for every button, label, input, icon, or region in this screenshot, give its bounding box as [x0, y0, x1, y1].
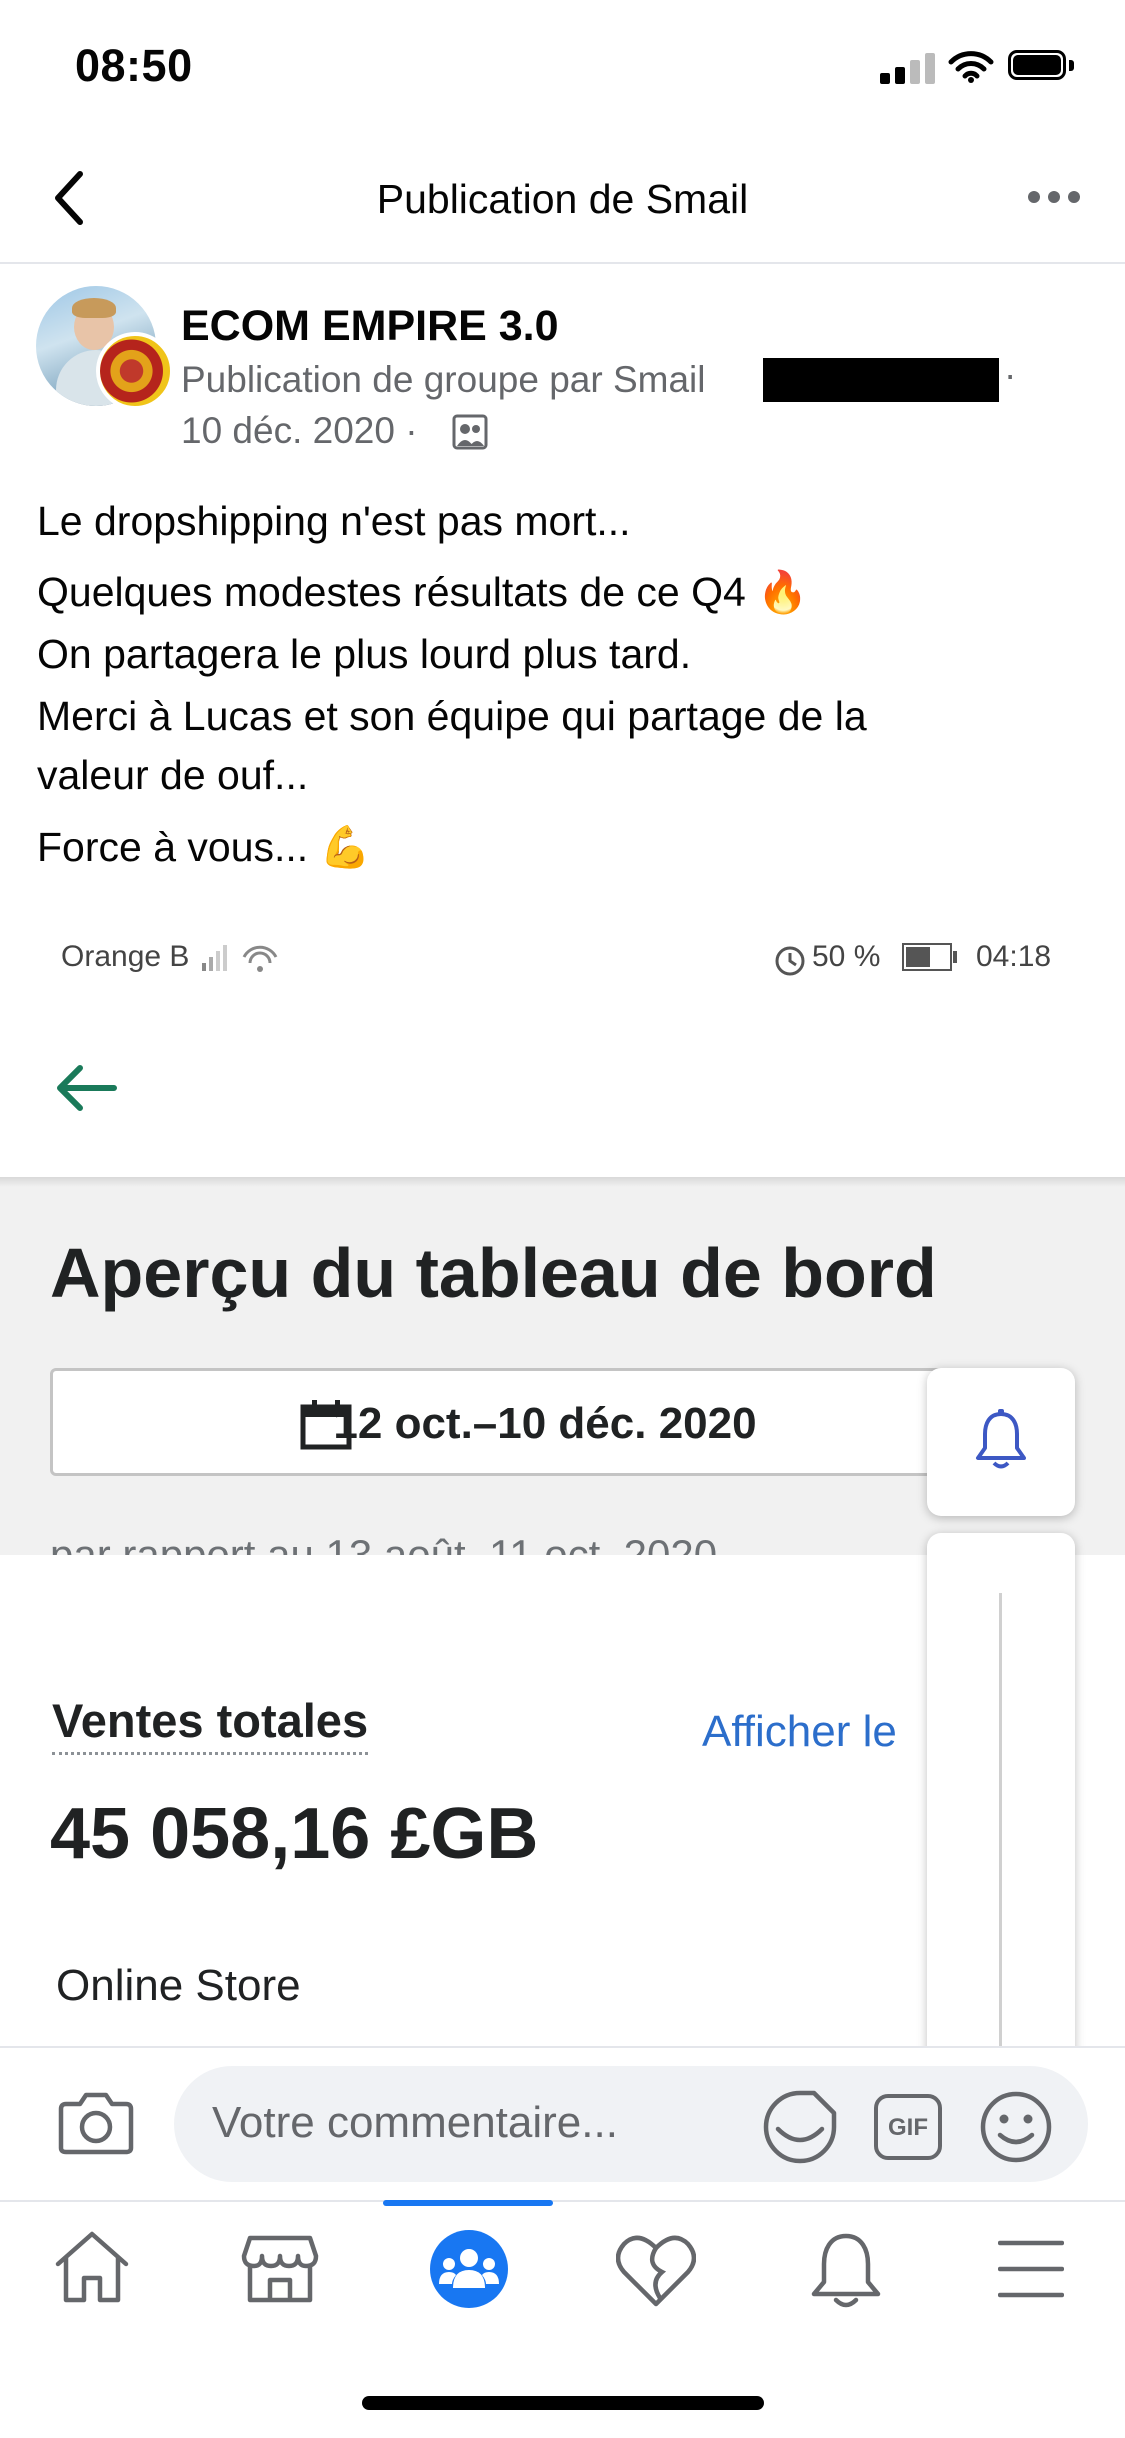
post-date[interactable]: 10 déc. 2020 ·: [181, 410, 418, 452]
nav-divider: [0, 262, 1125, 264]
active-tab-indicator: [383, 2200, 553, 2206]
post-text-line-2: Quelques modestes résultats de ce Q4 🔥: [37, 569, 809, 615]
wifi-icon: [948, 51, 994, 83]
group-name-link[interactable]: ECOM EMPIRE 3.0: [181, 302, 559, 351]
home-indicator: [362, 2396, 764, 2410]
inner-date-range-text: 12 oct.–10 déc. 2020: [333, 1399, 757, 1448]
post-text-line-5: valeur de ouf...: [37, 752, 309, 798]
inner-signal-icon: [202, 945, 278, 972]
inner-battery-icon: [902, 943, 958, 971]
post-subtitle: Publication de groupe par Smail: [181, 359, 706, 400]
page-title: Publication de Smail: [376, 176, 749, 222]
inner-view-report-link: Afficher le: [702, 1707, 897, 1756]
comment-placeholder: Votre commentaire...: [212, 2098, 618, 2147]
tab-marketplace-icon[interactable]: [240, 2228, 320, 2308]
emoji-icon[interactable]: [978, 2089, 1054, 2165]
inner-battery-percent: 50 %: [812, 940, 881, 973]
inner-side-panel: [927, 1533, 1075, 2050]
sticker-icon[interactable]: [762, 2089, 838, 2165]
more-options-icon[interactable]: [1028, 190, 1082, 204]
inner-carrier: Orange B: [61, 940, 190, 973]
inner-channel-label: Online Store: [56, 1961, 301, 2010]
post-text-line-6: Force à vous... 💪: [37, 824, 371, 870]
inner-total-sales-value: 45 058,16 £GB: [50, 1794, 539, 1874]
post-text-line-1: Le dropshipping n'est pas mort...: [37, 498, 631, 544]
inner-dashboard-title: Aperçu du tableau de bord: [50, 1234, 937, 1312]
tab-groups-icon[interactable]: [430, 2230, 508, 2308]
group-audience-icon: [452, 414, 488, 450]
status-time: 08:50: [75, 40, 193, 91]
camera-icon[interactable]: [58, 2090, 134, 2156]
inner-back-arrow-icon: [57, 1065, 117, 1111]
inner-date-range-picker: 12 oct.–10 déc. 2020: [50, 1368, 950, 1476]
tab-notifications-icon[interactable]: [808, 2228, 884, 2312]
battery-icon: [1008, 50, 1076, 82]
separator-dot: ·: [1004, 354, 1017, 395]
tab-home-icon[interactable]: [52, 2228, 132, 2308]
inner-alarm-icon: [775, 946, 805, 976]
redacted-name: [763, 358, 999, 402]
tab-dating-icon[interactable]: [616, 2232, 696, 2308]
signal-icon: [880, 52, 936, 84]
group-badge-avatar[interactable]: [96, 332, 174, 410]
post-text-line-3: On partagera le plus lourd plus tard.: [37, 631, 692, 677]
inner-bell-icon: [976, 1409, 1026, 1469]
post-image[interactable]: Orange B 50 % 04:18 Aperçu du tableau de…: [0, 913, 1125, 2050]
gif-icon[interactable]: GIF: [874, 2094, 942, 2160]
inner-notification-card: [927, 1368, 1075, 1516]
inner-time: 04:18: [976, 940, 1052, 973]
inner-total-sales-label: Ventes totales: [52, 1693, 369, 1755]
post-text-line-4: Merci à Lucas et son équipe qui partage …: [37, 693, 867, 739]
tab-menu-icon[interactable]: [998, 2238, 1064, 2300]
